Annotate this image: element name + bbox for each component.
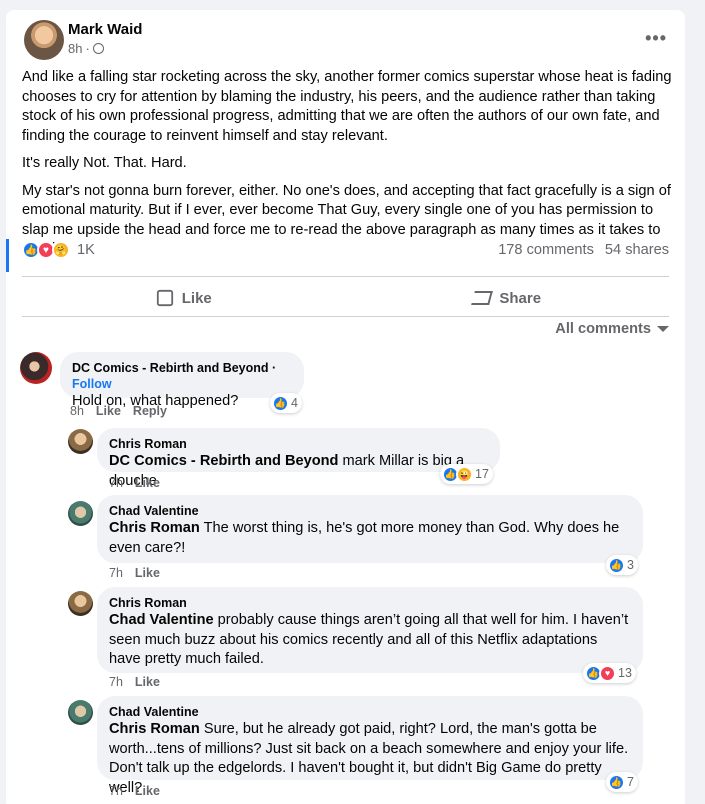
- post-stats: 178 comments 54 shares: [498, 242, 669, 258]
- care-reaction-icon: 🤗: [52, 241, 70, 259]
- like-reaction-icon: 👍: [272, 394, 289, 412]
- reaction-count: 13: [618, 666, 632, 680]
- shares-count[interactable]: 54 shares: [605, 242, 669, 258]
- comment-reactions[interactable]: 👍 3: [606, 555, 638, 575]
- mention-tag[interactable]: Chris Roman: [109, 721, 200, 737]
- like-reaction-icon: 👍: [608, 556, 625, 574]
- share-button[interactable]: Share: [346, 281, 670, 315]
- comment-time[interactable]: 7h: [109, 566, 123, 580]
- chevron-down-icon: [657, 326, 669, 332]
- avatar[interactable]: [68, 429, 93, 454]
- avatar[interactable]: [20, 352, 52, 384]
- like-reaction-icon: 👍: [608, 773, 625, 791]
- reaction-count: 1K: [77, 242, 95, 258]
- comment-reactions[interactable]: 👍 😜 17: [440, 464, 493, 484]
- follow-button[interactable]: Follow: [72, 377, 112, 391]
- mention-tag[interactable]: Chris Roman: [109, 520, 200, 536]
- thumbs-up-icon: [156, 289, 173, 307]
- post-paragraph: And like a falling star rocketing across…: [22, 69, 672, 144]
- comment-reactions[interactable]: 👍 ♥ 13: [583, 663, 636, 683]
- post-body: And like a falling star rocketing across…: [22, 68, 672, 268]
- comment-like-button[interactable]: Like: [135, 675, 160, 689]
- comment-reactions[interactable]: 👍 7: [606, 772, 638, 792]
- author-avatar[interactable]: [24, 20, 64, 60]
- post-time[interactable]: 8h: [68, 41, 82, 56]
- comment-bubble: Chad Valentine Chris Roman Sure, but he …: [97, 696, 643, 796]
- comment-author[interactable]: Chris Roman: [109, 436, 488, 452]
- comment-meta: 7h Like: [109, 675, 160, 689]
- all-comments-label: All comments: [555, 321, 651, 337]
- comment-like-button[interactable]: Like: [96, 404, 121, 418]
- comment-meta: 7h Like: [109, 784, 160, 798]
- reaction-count: 17: [475, 467, 489, 481]
- post-meta: 8h ·: [68, 41, 104, 56]
- divider: [22, 316, 669, 317]
- like-button[interactable]: Like: [22, 281, 346, 315]
- comment-like-button[interactable]: Like: [135, 784, 160, 798]
- focus-indicator: [6, 239, 9, 272]
- comment-bubble: DC Comics - Rebirth and Beyond · Follow …: [60, 352, 304, 409]
- share-arrow-icon: [471, 291, 494, 305]
- more-options-icon[interactable]: •••: [645, 28, 667, 49]
- post-card: Mark Waid 8h · ••• And like a falling st…: [6, 10, 685, 804]
- comments-count[interactable]: 178 comments: [498, 242, 594, 258]
- post-actions: Like Share: [22, 281, 669, 315]
- share-label: Share: [499, 289, 542, 307]
- reaction-count: 7: [627, 775, 634, 789]
- comment-meta: 7h Like: [109, 476, 160, 490]
- reaction-count: 3: [627, 558, 634, 572]
- comment-author[interactable]: Chad Valentine: [109, 503, 631, 519]
- reaction-summary[interactable]: 👍 ♥ 🤗 1K: [22, 241, 95, 259]
- comment-author[interactable]: Chris Roman: [109, 595, 631, 611]
- post-paragraph: It's really Not. That. Hard.: [22, 155, 187, 171]
- love-reaction-icon: ♥: [599, 664, 616, 682]
- comment-time[interactable]: 7h: [109, 675, 123, 689]
- comment-meta: 7h Like: [109, 566, 160, 580]
- comment-author[interactable]: Chad Valentine: [109, 704, 631, 720]
- globe-icon: [92, 43, 104, 54]
- comment-like-button[interactable]: Like: [135, 476, 160, 490]
- reaction-count: 4: [291, 396, 298, 410]
- post-author[interactable]: Mark Waid: [68, 21, 142, 38]
- comment-meta: 8h Like Reply: [70, 404, 167, 418]
- comment-reactions[interactable]: 👍 4: [270, 393, 302, 413]
- comment-like-button[interactable]: Like: [135, 566, 160, 580]
- comment-time[interactable]: 7h: [109, 476, 123, 490]
- comment-bubble: Chris Roman Chad Valentine probably caus…: [97, 587, 643, 673]
- avatar[interactable]: [68, 700, 93, 725]
- mention-tag[interactable]: DC Comics - Rebirth and Beyond: [109, 453, 338, 469]
- mention-tag[interactable]: Chad Valentine: [109, 612, 214, 628]
- haha-reaction-icon: 😜: [456, 465, 473, 483]
- avatar[interactable]: [68, 501, 93, 526]
- like-label: Like: [181, 289, 212, 307]
- comment-bubble: Chris Roman DC Comics - Rebirth and Beyo…: [97, 428, 500, 489]
- comment-time[interactable]: 8h: [70, 404, 84, 418]
- comment-author[interactable]: DC Comics - Rebirth and Beyond: [72, 361, 269, 375]
- avatar[interactable]: [68, 591, 93, 616]
- comment-bubble: Chad Valentine Chris Roman The worst thi…: [97, 495, 643, 563]
- comment-reply-button[interactable]: Reply: [133, 404, 167, 418]
- comment-time[interactable]: 7h: [109, 784, 123, 798]
- divider: [22, 276, 669, 277]
- all-comments-filter[interactable]: All comments: [555, 321, 669, 337]
